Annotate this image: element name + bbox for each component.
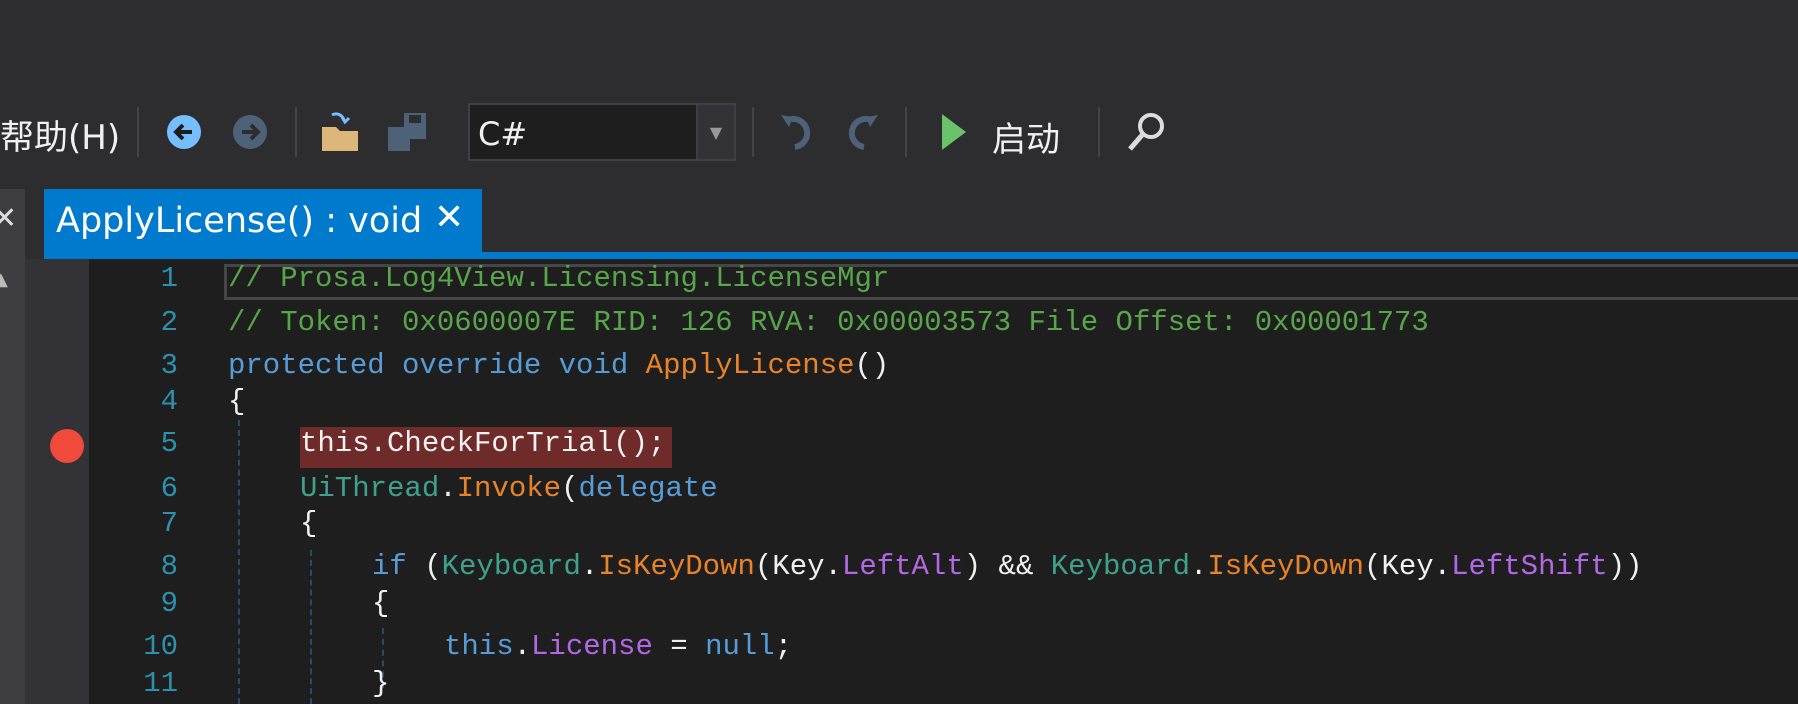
code-token: { bbox=[372, 587, 390, 620]
start-button[interactable]: 启动 bbox=[992, 112, 1060, 161]
line-number: 5 bbox=[160, 427, 178, 460]
code-token: protected override void bbox=[228, 349, 646, 382]
language-select[interactable]: C# ▼ bbox=[468, 103, 736, 161]
code-token: if bbox=[372, 550, 425, 583]
code-token: ; bbox=[774, 630, 793, 663]
breakpoint-margin[interactable] bbox=[25, 259, 89, 704]
code-token: null bbox=[705, 630, 775, 663]
code-token: delegate bbox=[578, 472, 718, 505]
code-token: // Prosa.Log4View.Licensing.LicenseMgr bbox=[228, 262, 890, 295]
breakpoint-icon[interactable] bbox=[50, 429, 84, 463]
chevron-down-icon[interactable]: ▼ bbox=[696, 105, 734, 159]
toolbar-separator bbox=[137, 107, 139, 157]
code-token: License bbox=[531, 630, 653, 663]
code-token: )) bbox=[1607, 550, 1643, 583]
tab-apply-license[interactable]: ApplyLicense() : void ✕ bbox=[44, 189, 482, 257]
code-token: UiThread bbox=[300, 472, 440, 505]
code-token: Keyboard bbox=[441, 550, 581, 583]
code-token: (Key. bbox=[1364, 550, 1452, 583]
code-token: ) && bbox=[963, 550, 1051, 583]
indent-guide bbox=[310, 550, 312, 704]
code-line[interactable]: { bbox=[300, 507, 317, 540]
line-number: 3 bbox=[160, 349, 178, 382]
code-token: } bbox=[372, 667, 390, 700]
code-line[interactable]: this.License = null; bbox=[444, 630, 792, 663]
code-token: { bbox=[228, 385, 246, 418]
close-icon[interactable]: ✕ bbox=[434, 197, 464, 238]
line-number: 7 bbox=[160, 507, 178, 540]
side-close-icon[interactable]: ✕ bbox=[0, 201, 17, 236]
play-icon[interactable] bbox=[933, 112, 973, 152]
search-icon[interactable] bbox=[1125, 112, 1165, 152]
code-line[interactable]: UiThread.Invoke(delegate bbox=[300, 472, 718, 505]
code-line[interactable]: this.CheckForTrial(); bbox=[300, 427, 665, 460]
code-token: . bbox=[513, 630, 532, 663]
code-token: IsKeyDown bbox=[598, 550, 755, 583]
code-token: . bbox=[439, 472, 457, 505]
code-line[interactable]: } bbox=[372, 667, 389, 700]
back-icon[interactable] bbox=[164, 112, 204, 152]
code-line[interactable]: // Token: 0x0600007E RID: 126 RVA: 0x000… bbox=[228, 306, 1429, 339]
code-token: this.CheckForTrial(); bbox=[300, 427, 666, 460]
code-token: Invoke bbox=[456, 472, 562, 505]
code-line[interactable]: { bbox=[372, 587, 389, 620]
code-token: { bbox=[300, 507, 318, 540]
line-number: 11 bbox=[143, 667, 178, 700]
scroll-up-icon[interactable]: ▲ bbox=[0, 269, 8, 290]
code-token: = bbox=[652, 630, 706, 663]
save-icon[interactable] bbox=[386, 112, 426, 152]
code-token: this bbox=[444, 630, 514, 663]
tab-underline bbox=[44, 252, 1798, 259]
code-token: LeftShift bbox=[1451, 550, 1608, 583]
indent-guide bbox=[238, 420, 240, 704]
forward-icon[interactable] bbox=[230, 112, 270, 152]
line-number: 2 bbox=[160, 306, 178, 339]
code-token: . bbox=[1190, 550, 1208, 583]
code-line[interactable]: if (Keyboard.IsKeyDown(Key.LeftAlt) && K… bbox=[372, 550, 1643, 583]
menu-help[interactable]: 帮助(H) bbox=[0, 110, 120, 159]
code-token: . bbox=[580, 550, 599, 583]
code-line[interactable]: protected override void ApplyLicense() bbox=[228, 349, 889, 382]
code-token: ApplyLicense bbox=[645, 349, 855, 382]
code-token: (Key. bbox=[754, 550, 842, 583]
line-number: 8 bbox=[160, 550, 178, 583]
code-token: // Token: 0x0600007E RID: 126 RVA: 0x000… bbox=[228, 306, 1429, 339]
line-number: 10 bbox=[143, 630, 178, 663]
left-tool-panel: ✕ ▲ bbox=[0, 189, 25, 704]
code-token: ( bbox=[424, 550, 442, 583]
toolbar-separator bbox=[905, 107, 907, 157]
undo-icon[interactable] bbox=[777, 112, 817, 152]
open-folder-icon[interactable] bbox=[320, 112, 360, 152]
code-token: ( bbox=[561, 472, 579, 505]
toolbar-separator bbox=[295, 107, 297, 157]
toolbar-separator bbox=[752, 107, 754, 157]
redo-icon[interactable] bbox=[842, 112, 882, 152]
toolbar-separator bbox=[1098, 107, 1100, 157]
code-line[interactable]: { bbox=[228, 385, 245, 418]
code-token: LeftAlt bbox=[841, 550, 964, 583]
code-token: IsKeyDown bbox=[1207, 550, 1365, 583]
language-select-value: C# bbox=[478, 115, 528, 153]
tab-title: ApplyLicense() : void bbox=[56, 201, 423, 241]
line-number: 4 bbox=[160, 385, 178, 418]
code-token: () bbox=[854, 349, 890, 382]
line-number: 1 bbox=[160, 262, 178, 295]
line-number: 6 bbox=[160, 472, 178, 505]
code-line[interactable]: // Prosa.Log4View.Licensing.LicenseMgr bbox=[228, 262, 889, 295]
line-number: 9 bbox=[160, 587, 178, 620]
code-token: Keyboard bbox=[1050, 550, 1190, 583]
